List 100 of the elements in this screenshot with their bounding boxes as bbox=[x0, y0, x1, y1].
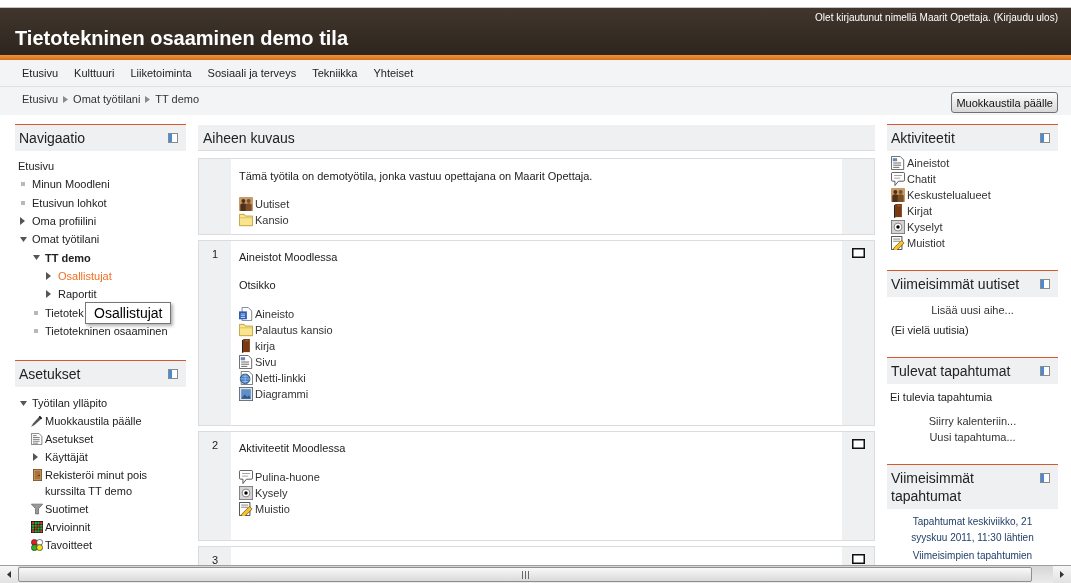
breadcrumb-link[interactable]: TT demo bbox=[155, 92, 200, 106]
page-icon bbox=[31, 433, 43, 446]
activity-link[interactable]: Keskustelualueet bbox=[891, 187, 991, 203]
people-icon bbox=[891, 188, 905, 202]
tree-link[interactable]: Oma profiilini bbox=[32, 214, 97, 229]
scrollbar-thumb[interactable] bbox=[18, 567, 1032, 582]
tree-link[interactable]: Etusivun lohkot bbox=[32, 195, 107, 210]
user-link[interactable]: Maarit Opettaja bbox=[919, 12, 988, 23]
breadcrumb-link[interactable]: Etusivu bbox=[22, 92, 59, 106]
calendar-link[interactable]: Uusi tapahtuma... bbox=[929, 429, 1016, 445]
menu-item[interactable]: Liiketoiminta bbox=[122, 66, 200, 80]
tree-link[interactable]: Tavoitteet bbox=[31, 537, 93, 554]
menu-item[interactable]: Tekniikka bbox=[304, 66, 366, 80]
block-title: Asetukset bbox=[19, 365, 81, 384]
activity-link[interactable]: Kansio bbox=[239, 212, 289, 228]
square-icon[interactable] bbox=[851, 554, 865, 564]
activity-link[interactable]: Netti-linkki bbox=[239, 370, 306, 386]
tree-link[interactable]: Käyttäjät bbox=[45, 449, 88, 466]
tree-link[interactable]: Työtilan ylläpito bbox=[32, 395, 108, 412]
no-events-text: Ei tulevia tapahtumia bbox=[890, 390, 994, 405]
sidebar-icon[interactable] bbox=[1040, 366, 1050, 376]
sidebar-icon[interactable] bbox=[168, 369, 178, 380]
people-icon bbox=[239, 197, 253, 211]
sidebar-icon[interactable] bbox=[1040, 473, 1050, 483]
tree-link[interactable]: Tietotekninen osaaminen bbox=[45, 324, 168, 339]
section-title: Aineistot Moodlessa bbox=[239, 250, 338, 264]
menu-item[interactable]: Sosiaali ja terveys bbox=[199, 66, 305, 80]
sidebar-icon[interactable] bbox=[1040, 133, 1050, 143]
menu-item[interactable]: Yhteiset bbox=[365, 66, 422, 80]
tree-link[interactable]: Raportit bbox=[58, 287, 97, 302]
site-title: Tietotekninen osaaminen demo tila bbox=[15, 26, 349, 50]
section-text: Otsikko bbox=[239, 278, 276, 292]
horizontal-scrollbar[interactable] bbox=[0, 565, 1071, 583]
square-icon[interactable] bbox=[851, 248, 865, 258]
empty-news-text: (Ei vielä uutisia) bbox=[891, 323, 970, 338]
page-icon bbox=[891, 156, 905, 170]
book-icon bbox=[242, 339, 250, 353]
section-title: Aktiviteetit Moodlessa bbox=[239, 441, 346, 455]
scroll-right-button[interactable] bbox=[1053, 566, 1071, 583]
caret-down-icon[interactable] bbox=[33, 255, 40, 261]
activity-link[interactable]: Kysely bbox=[239, 485, 288, 501]
menu-item[interactable]: Etusivu bbox=[14, 66, 67, 80]
breadcrumb-link[interactable]: Omat työtilani bbox=[73, 92, 141, 106]
block-title: Navigaatio bbox=[19, 129, 86, 147]
report-link[interactable]: Viimeisimpien tapahtumien bbox=[912, 548, 1033, 564]
activity-link[interactable]: Uutiset bbox=[239, 196, 290, 212]
caret-right-icon[interactable] bbox=[46, 290, 51, 299]
square-icon[interactable] bbox=[851, 439, 865, 449]
page-heading: Aiheen kuvaus bbox=[203, 129, 295, 146]
activity-link[interactable]: Diagrammi bbox=[239, 386, 309, 402]
edit-mode-button[interactable]: Muokkaustila päälle bbox=[951, 92, 1058, 113]
activity-link[interactable]: Palautus kansio bbox=[239, 322, 333, 338]
activity-link[interactable]: Chatit bbox=[891, 171, 936, 187]
tree-link[interactable]: Omat työtilani bbox=[32, 232, 100, 247]
recent-since-text: Tapahtumat keskiviikko, 21 syyskuu 2011, 11:30 lähtien bbox=[910, 515, 1035, 545]
calendar-link[interactable]: Siirry kalenteriin... bbox=[928, 413, 1017, 429]
menu-item[interactable]: Kulttuuri bbox=[66, 66, 123, 80]
caret-right-icon[interactable] bbox=[33, 453, 38, 462]
activity-link[interactable]: Pulina-huone bbox=[239, 469, 320, 485]
notepad-pencil-icon bbox=[239, 502, 253, 516]
triangle-left-icon bbox=[7, 571, 11, 578]
triangle-right-icon bbox=[1060, 571, 1064, 578]
tree-link[interactable]: Muokkaustila päälle bbox=[31, 413, 142, 430]
activity-link[interactable]: Aineisto bbox=[239, 306, 295, 322]
activity-link[interactable]: Aineistot bbox=[891, 155, 950, 171]
caret-right-icon[interactable] bbox=[46, 272, 51, 281]
activity-link[interactable]: Muistio bbox=[239, 501, 290, 517]
notepad-pencil-icon bbox=[891, 236, 905, 250]
tree-link[interactable]: Asetukset bbox=[31, 431, 94, 448]
door-icon bbox=[32, 469, 42, 482]
tree-link[interactable]: Tietotek bbox=[45, 305, 84, 320]
caret-down-icon[interactable] bbox=[20, 236, 27, 242]
tree-link[interactable]: TT demo bbox=[45, 250, 91, 265]
tree-link[interactable]: Etusivu bbox=[18, 159, 55, 174]
block-title: Aktiviteetit bbox=[891, 129, 955, 147]
activity-link[interactable]: Muistiot bbox=[891, 235, 945, 251]
activity-link[interactable]: Kirjat bbox=[891, 203, 933, 219]
caret-right-icon[interactable] bbox=[20, 217, 25, 226]
triangle-icon bbox=[63, 95, 69, 103]
tree-link[interactable]: Rekisteröi minut pois kurssilta TT demo bbox=[31, 467, 186, 500]
activity-link[interactable]: kirja bbox=[239, 338, 276, 354]
add-topic-link[interactable]: Lisää uusi aihe... bbox=[931, 302, 1014, 318]
tree-link[interactable]: Minun Moodleni bbox=[32, 177, 110, 192]
section-number: 3 bbox=[211, 554, 219, 565]
section-summary: Tämä työtila on demotyötila, jonka vastuu opettajana on Maarit Opettaja. bbox=[239, 169, 593, 183]
caret-down-icon[interactable] bbox=[20, 400, 27, 406]
bullet-icon bbox=[34, 310, 38, 315]
sidebar-icon[interactable] bbox=[168, 133, 178, 143]
radio-icon bbox=[891, 220, 905, 234]
picture-icon bbox=[239, 387, 253, 401]
sidebar-icon[interactable] bbox=[1040, 279, 1050, 289]
block-title: Viimeisimmät tapahtumat bbox=[891, 469, 975, 505]
activity-link[interactable]: Kyselyt bbox=[891, 219, 943, 235]
page-icon bbox=[239, 355, 253, 369]
folder-icon bbox=[239, 213, 253, 227]
tree-link[interactable]: Arvioinnit bbox=[31, 519, 91, 536]
speech-bubble-icon bbox=[891, 172, 905, 186]
activity-link[interactable]: Sivu bbox=[239, 354, 277, 370]
scroll-left-button[interactable] bbox=[0, 566, 18, 583]
tree-link[interactable]: Suotimet bbox=[31, 501, 89, 518]
